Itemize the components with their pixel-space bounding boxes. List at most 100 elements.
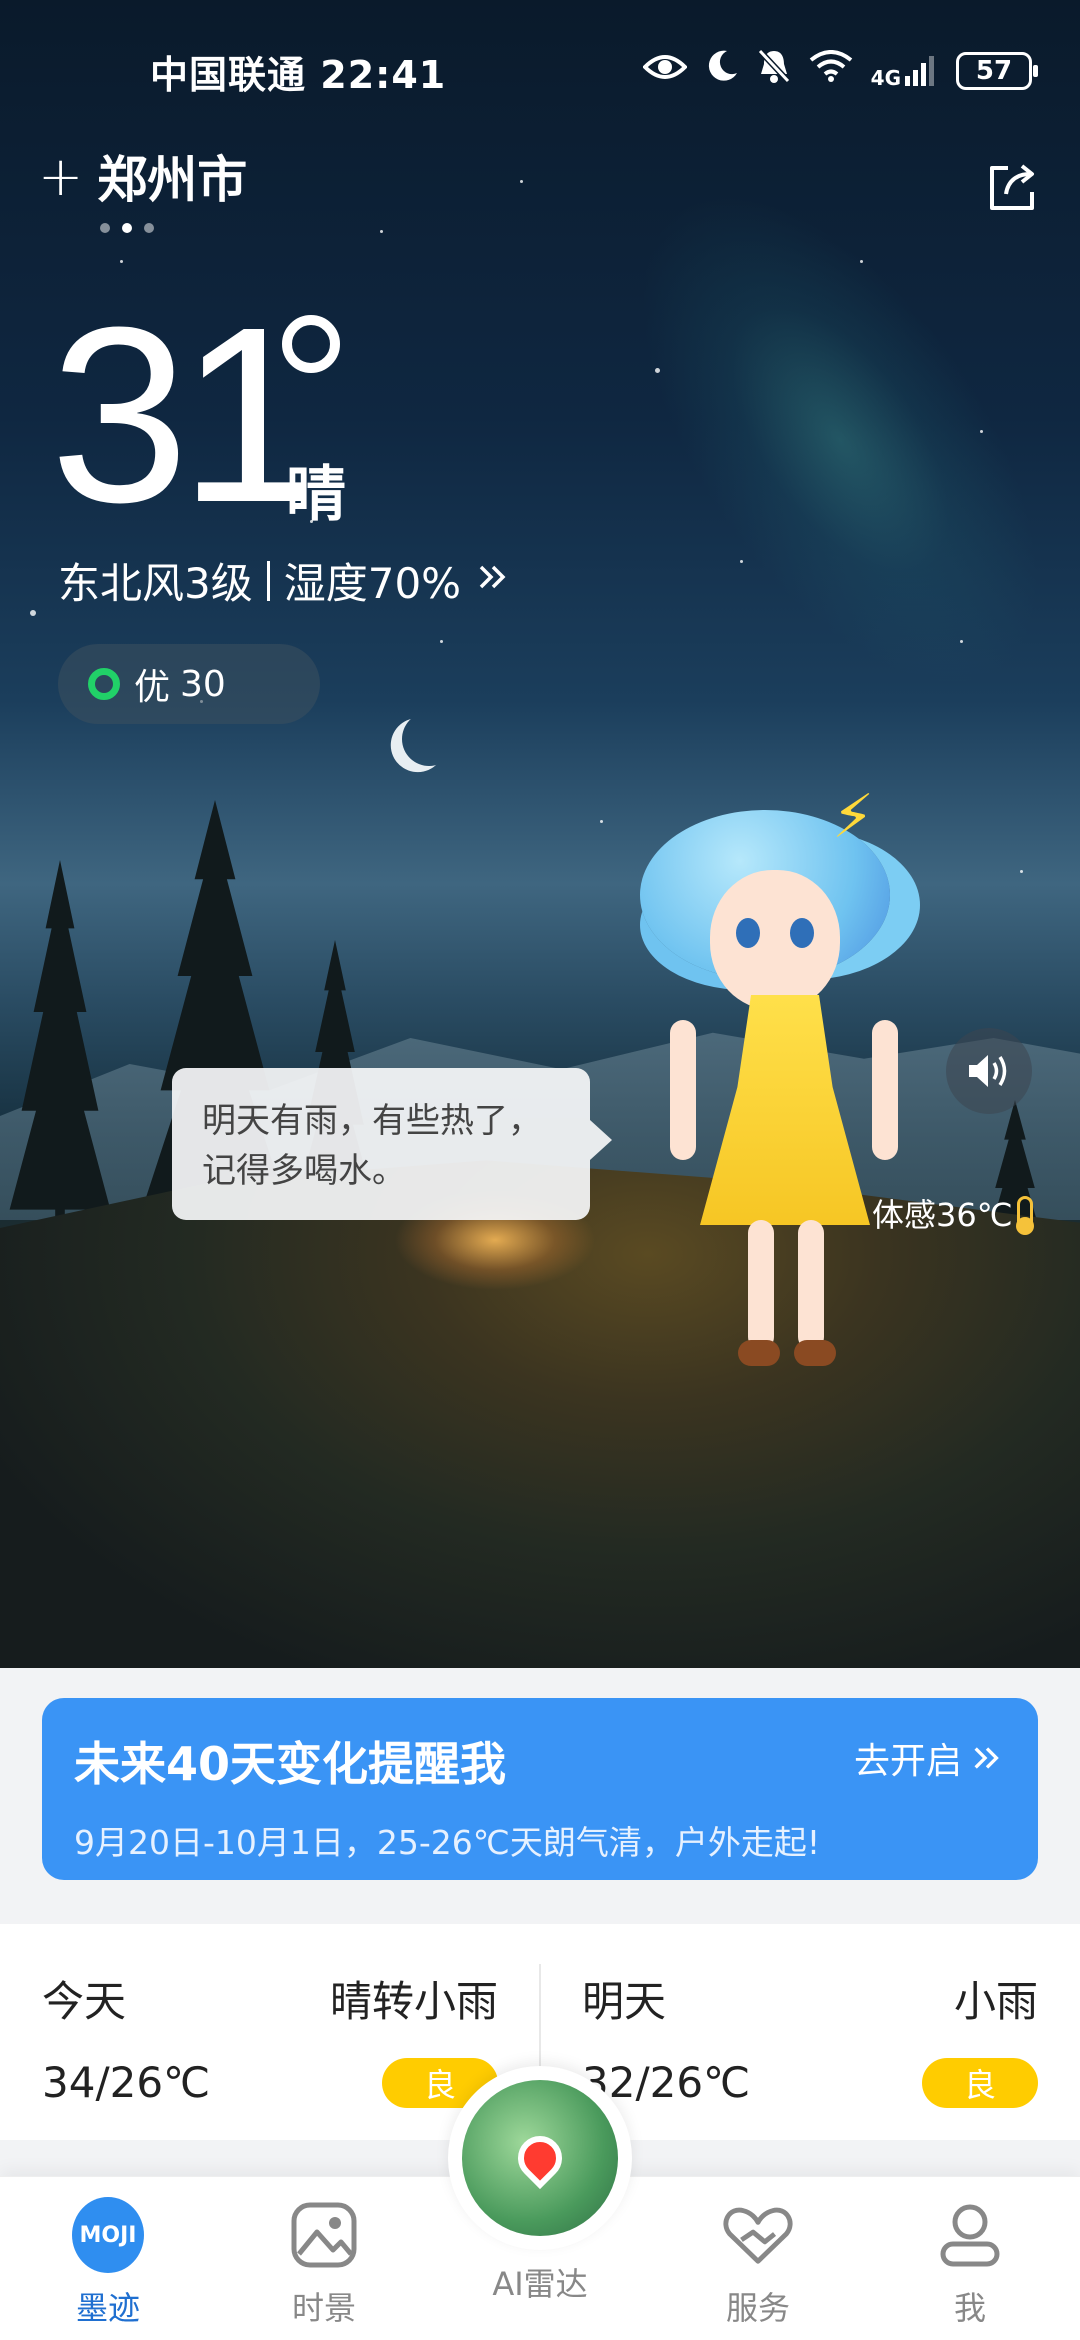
network-type: 4G	[870, 65, 901, 90]
status-bar: 中国联通 22:41 4G 57	[0, 44, 1080, 100]
mascot-arm	[670, 1020, 696, 1160]
chevron-double-right-icon	[974, 1747, 999, 1769]
star	[740, 560, 743, 563]
speaker-icon	[969, 1055, 1007, 1087]
page-dot	[100, 223, 110, 233]
moji-logo-text: MOJI	[79, 2222, 137, 2248]
location-pin-icon	[508, 2126, 572, 2190]
forecast-aqi-badge: 良	[922, 2058, 1038, 2108]
page-dot	[144, 223, 154, 233]
voice-broadcast-button[interactable]	[946, 1028, 1032, 1114]
mascot-shoe	[794, 1340, 836, 1366]
nav-label: 服务	[725, 2289, 790, 2327]
star	[1020, 870, 1023, 873]
mascot-dress	[700, 995, 870, 1225]
moji-logo-icon: MOJI	[72, 2197, 144, 2273]
mascot-face	[710, 870, 840, 1010]
heart-hands-icon	[722, 2199, 794, 2271]
mascot-leg	[748, 1220, 774, 1350]
mascot-leg	[798, 1220, 824, 1350]
feels-like: 体感36℃	[872, 1190, 1034, 1236]
star	[440, 640, 443, 643]
degree-symbol	[282, 315, 340, 373]
forecast-condition: 晴转小雨	[329, 1977, 498, 2026]
nav-label: 墨迹	[75, 2289, 140, 2327]
carrier-name: 中国联通	[150, 53, 307, 97]
nav-item-me[interactable]: 我	[900, 2199, 1040, 2329]
star	[120, 260, 123, 263]
star	[980, 430, 983, 433]
user-icon	[934, 2199, 1006, 2271]
forecast-condition: 小雨	[953, 1977, 1038, 2026]
nav-label: 时景	[291, 2289, 356, 2327]
add-city-icon[interactable]: +	[38, 145, 83, 208]
clock: 22:41	[320, 53, 447, 97]
star	[30, 610, 36, 616]
forty-day-reminder-card[interactable]: 未来40天变化提醒我 去开启 9月20日-10月1日，25-26℃天朗气清，户外…	[42, 1698, 1038, 1880]
moon-icon	[398, 708, 461, 771]
weather-hero: 中国联通 22:41 4G 57 + 郑州市 31 晴 东北风3级 湿度70% …	[0, 0, 1080, 1668]
forecast-tomorrow[interactable]: 明天 小雨 32/26℃ 良	[540, 1924, 1080, 2140]
battery-level: 57	[975, 55, 1013, 86]
current-temperature: 31	[50, 275, 318, 554]
aqi-value: 30	[180, 663, 226, 705]
star	[600, 820, 603, 823]
enable-label: 去开启	[853, 1741, 962, 1782]
forecast-day: 今天	[42, 1977, 127, 2026]
reminder-description: 9月20日-10月1日，25-26℃天朗气清，户外走起!	[74, 1823, 821, 1862]
nav-label: AI雷达	[492, 2265, 588, 2303]
nav-item-services[interactable]: 服务	[688, 2199, 828, 2329]
image-icon	[288, 2199, 360, 2271]
wind-text: 东北风3级	[58, 559, 253, 608]
nav-item-scenes[interactable]: 时景	[254, 2199, 394, 2329]
aurora-glow	[564, 130, 1080, 750]
pine-tree	[9, 860, 111, 1240]
wind-humidity-link[interactable]: 东北风3级 湿度70%	[58, 550, 511, 611]
speech-text: 明天有雨，有些热了，记得多喝水。	[202, 1101, 542, 1191]
mascot-arm	[872, 1020, 898, 1160]
ai-radar-button[interactable]	[448, 2066, 632, 2250]
divider	[266, 560, 270, 601]
star	[380, 230, 383, 233]
forecast-temps: 34/26℃	[42, 2058, 211, 2107]
thermometer-icon	[1015, 1196, 1034, 1235]
star	[960, 640, 963, 643]
battery-icon: 57	[956, 51, 1038, 90]
nav-item-moji[interactable]: MOJI 墨迹	[38, 2197, 178, 2329]
forecast-today[interactable]: 今天 晴转小雨 34/26℃ 良	[0, 1924, 540, 2140]
aqi-ring-icon	[88, 668, 120, 700]
humidity-text: 湿度70%	[283, 559, 462, 608]
city-name: 郑州市	[97, 151, 248, 209]
star	[655, 368, 660, 373]
mascot-eye	[736, 918, 760, 948]
feels-like-text: 体感36℃	[872, 1196, 1013, 1234]
air-quality-badge[interactable]: 优 30	[58, 644, 320, 724]
eye-icon	[641, 51, 688, 91]
weather-mascot[interactable]: ⚡	[640, 770, 920, 1390]
bell-muted-icon	[757, 48, 791, 93]
star	[860, 260, 863, 263]
star	[520, 180, 523, 183]
lightning-icon: ⚡	[832, 782, 875, 852]
share-button[interactable]	[984, 160, 1040, 216]
mascot-shoe	[738, 1340, 780, 1366]
moon-dnd-icon	[705, 49, 739, 92]
page-dot-active	[122, 223, 132, 233]
page-indicator	[100, 223, 154, 233]
aqi-label: 优	[134, 667, 171, 708]
wifi-icon	[809, 50, 853, 91]
current-condition: 晴	[286, 460, 346, 530]
enable-reminder-link[interactable]: 去开启	[854, 1732, 1004, 1784]
chevron-double-right-icon	[475, 556, 511, 605]
nav-item-ai-radar[interactable]: AI雷达	[470, 2247, 610, 2327]
mascot-eye	[790, 918, 814, 948]
signal-icon: 4G	[871, 54, 938, 88]
status-icons: 4G 57	[641, 48, 1038, 93]
nav-label: 我	[953, 2289, 986, 2327]
city-selector[interactable]: + 郑州市	[38, 140, 247, 212]
radar-map-icon	[462, 2080, 618, 2236]
carrier-time: 中国联通 22:41	[150, 44, 446, 99]
share-icon	[990, 164, 1034, 210]
forecast-day: 明天	[582, 1977, 667, 2026]
mascot-speech-bubble[interactable]: 明天有雨，有些热了，记得多喝水。	[172, 1068, 612, 1220]
